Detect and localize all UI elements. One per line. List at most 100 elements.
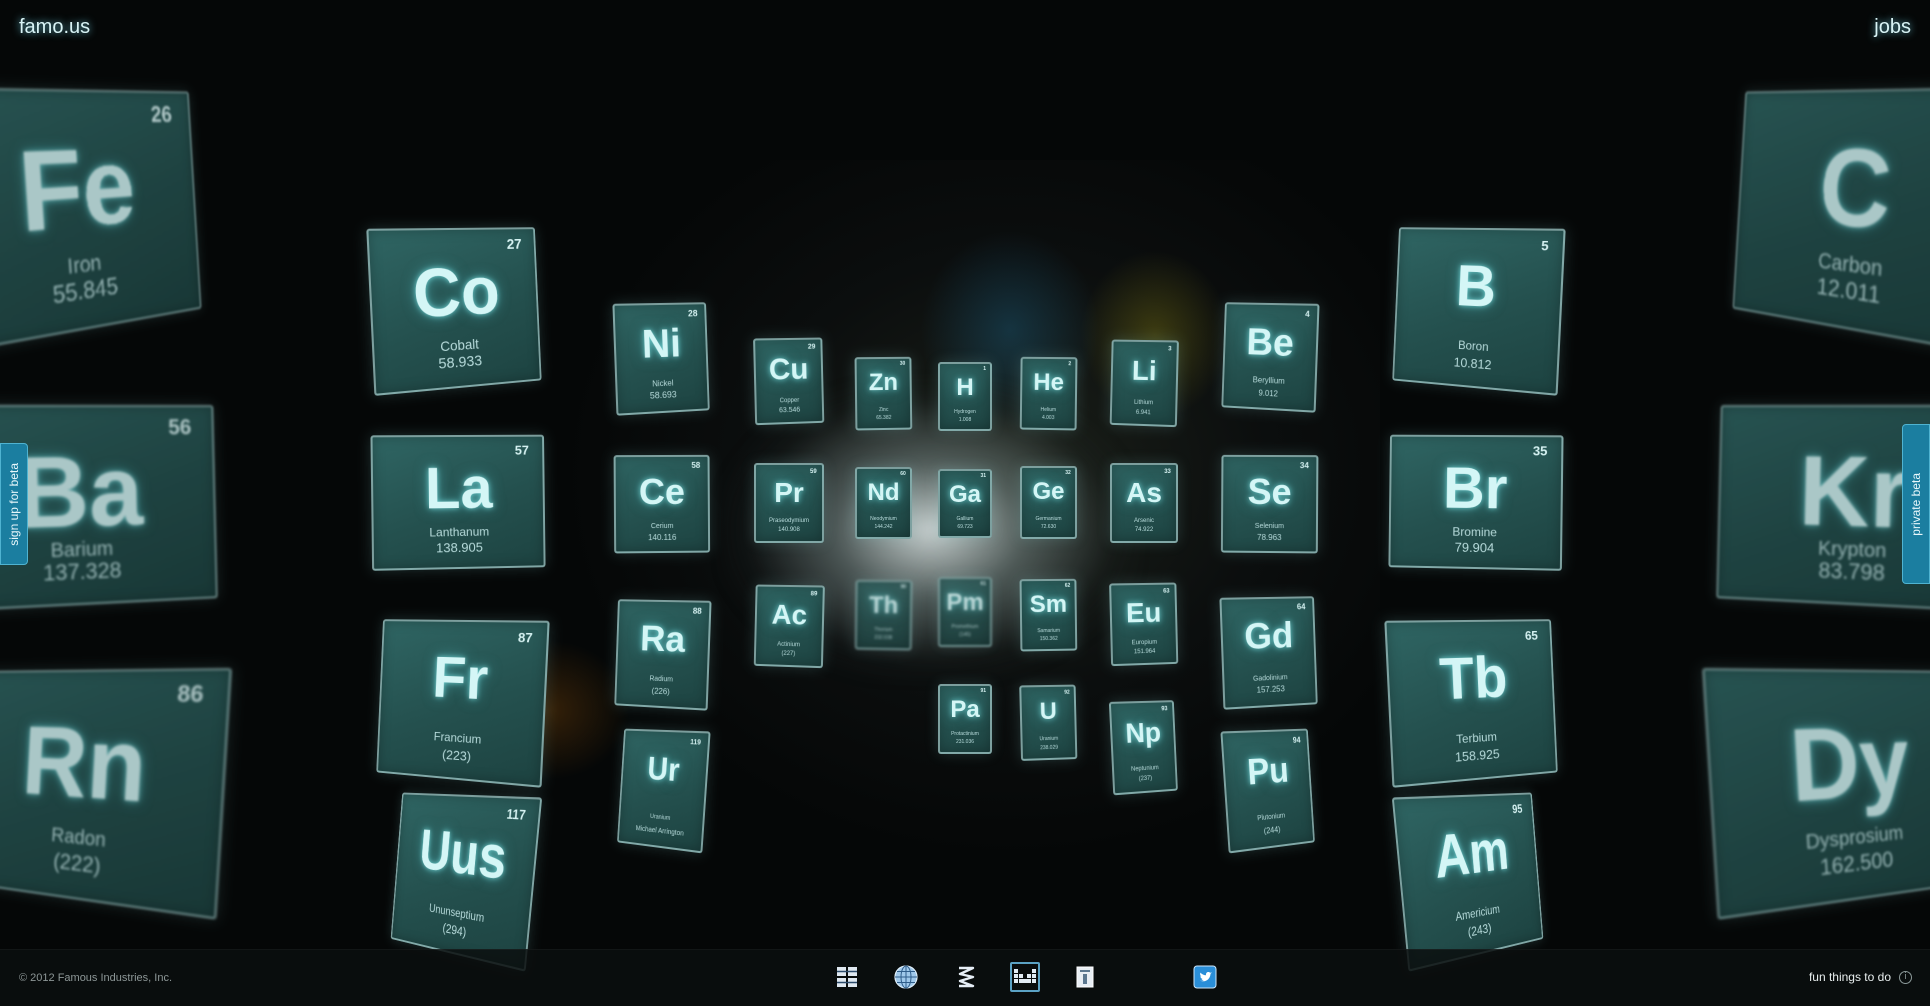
zigzag-icon[interactable] <box>951 962 981 992</box>
element-tile[interactable]: 95 Am Americium (243) <box>1391 792 1544 972</box>
element-atomic-number: 91 <box>980 688 986 695</box>
element-symbol: Pr <box>774 476 804 508</box>
info-icon[interactable]: i <box>1899 970 1912 984</box>
element-tile[interactable]: 93 Np Neptunium (237) <box>1108 700 1178 796</box>
element-tile[interactable]: Kr Krypton 83.798 <box>1716 404 1930 613</box>
famous-logo-link[interactable]: famo.us <box>19 16 90 39</box>
element-tile[interactable]: 92 U Uranium 238.029 <box>1019 684 1078 761</box>
element-name: Copper <box>779 397 800 405</box>
element-tile[interactable]: 57 La Lanthanum 138.905 <box>370 434 546 571</box>
private-beta-tab[interactable]: private beta <box>1902 424 1930 584</box>
globe-icon[interactable] <box>891 962 921 992</box>
element-tile[interactable]: 26 Fe Iron 55.845 <box>0 87 202 355</box>
element-symbol: Dy <box>1786 705 1912 825</box>
element-tile[interactable]: 35 Br Bromine 79.904 <box>1388 434 1564 571</box>
fun-things-to-do-link[interactable]: fun things to do i <box>1809 970 1912 984</box>
element-symbol: Fr <box>431 645 490 713</box>
element-tile[interactable]: 94 Pu Plutonium (244) <box>1220 728 1315 854</box>
element-tile[interactable]: 89 Ac Actinium (227) <box>753 584 825 669</box>
element-tile[interactable]: 33 As Arsenic 74.922 <box>1110 463 1178 543</box>
sign-up-for-beta-label: sign up for beta <box>7 462 21 546</box>
element-weight: 157.253 <box>1256 684 1285 696</box>
element-tile[interactable]: 59 Pr Praseodymium 140.908 <box>754 463 824 543</box>
footer-bar: © 2012 Famous Industries, Inc. fun thing… <box>0 949 1930 1006</box>
element-tile[interactable]: 64 Gd Gadolinium 157.253 <box>1219 596 1318 710</box>
element-symbol: U <box>1039 697 1058 725</box>
document-icon[interactable] <box>1070 962 1100 992</box>
element-tile[interactable]: 62 Sm Samarium 150.362 <box>1019 578 1078 652</box>
element-atomic-number: 2 <box>1068 361 1072 368</box>
element-tile[interactable]: 29 Cu Copper 63.546 <box>753 337 825 426</box>
element-tile[interactable]: 60 Nd Neodymium 144.242 <box>855 467 912 539</box>
element-weight: 6.941 <box>1135 409 1151 417</box>
element-atomic-number: 90 <box>900 584 907 591</box>
element-symbol: Br <box>1442 456 1508 522</box>
element-tile[interactable]: 63 Eu Europium 151.964 <box>1109 582 1179 667</box>
element-tile[interactable]: 56 Ba Barium 137.328 <box>0 404 218 613</box>
element-name: Lithium <box>1133 399 1154 407</box>
element-weight: 79.904 <box>1454 539 1495 556</box>
element-tile[interactable]: 34 Se Selenium 78.963 <box>1220 454 1319 554</box>
element-tile[interactable]: 119 Ur Uranium Michael Arrington <box>616 728 711 854</box>
element-tile[interactable]: 2 He Helium 4.003 <box>1019 356 1078 431</box>
element-tile[interactable]: 30 Zn Zinc 65.382 <box>854 356 913 431</box>
element-atomic-number: 95 <box>1511 801 1523 816</box>
element-tile[interactable]: 61 Pm Promethium (145) <box>938 577 992 647</box>
element-atomic-number: 29 <box>807 343 816 351</box>
element-symbol: Ce <box>638 470 686 513</box>
element-tile[interactable]: 58 Ce Cerium 140.116 <box>613 454 711 554</box>
element-symbol: Ni <box>641 321 682 367</box>
element-tile[interactable]: 91 Pa Protactinium 231.036 <box>938 684 992 754</box>
element-tile[interactable]: 31 Ga Gallium 69.723 <box>938 469 992 538</box>
element-weight: 74.922 <box>1134 527 1154 534</box>
element-name: Germanium <box>1035 515 1062 522</box>
element-weight: (226) <box>651 686 670 697</box>
element-name: Samarium <box>1037 627 1061 635</box>
element-atomic-number: 63 <box>1163 588 1170 595</box>
periodic-table-icon[interactable] <box>1010 962 1040 992</box>
twitter-icon[interactable] <box>1190 962 1220 992</box>
element-tile[interactable]: 87 Fr Francium (223) <box>376 619 550 788</box>
element-atomic-number: 94 <box>1292 735 1301 745</box>
element-tile[interactable]: 86 Rn Radon (222) <box>0 668 232 920</box>
element-symbol: Ur <box>646 749 681 788</box>
element-symbol: Fe <box>14 126 139 258</box>
element-weight: (227) <box>781 650 796 658</box>
element-symbol: Gd <box>1243 614 1294 658</box>
element-tile[interactable]: 27 Co Cobalt 58.933 <box>366 227 542 396</box>
element-tile[interactable]: 1 H Hydrogen 1.008 <box>938 362 992 431</box>
element-tile[interactable]: 117 Uus Ununseptium (294) <box>390 792 543 972</box>
element-weight: 1.008 <box>958 416 972 423</box>
element-tile[interactable]: C Carbon 12.011 <box>1732 87 1930 355</box>
element-atomic-number: 3 <box>1168 346 1172 353</box>
element-weight: (244) <box>1263 824 1281 836</box>
element-symbol: Li <box>1131 354 1158 387</box>
element-weight: 140.908 <box>778 527 800 534</box>
element-tile[interactable]: 4 Be Beryllium 9.012 <box>1221 302 1320 413</box>
element-tile[interactable]: 32 Ge Germanium 72.630 <box>1020 466 1077 539</box>
element-tile[interactable]: 65 Tb Terbium 158.925 <box>1384 619 1558 788</box>
grid-icon[interactable] <box>832 962 862 992</box>
element-symbol: Ge <box>1032 478 1065 506</box>
element-atomic-number: 28 <box>687 308 698 319</box>
copyright-text: © 2012 Famous Industries, Inc. <box>19 972 173 984</box>
jobs-link[interactable]: jobs <box>1874 16 1911 39</box>
element-weight: 151.964 <box>1133 648 1156 656</box>
element-weight: 150.362 <box>1039 636 1058 643</box>
element-tile[interactable]: 28 Ni Nickel 58.693 <box>612 302 710 416</box>
element-tile[interactable]: 3 Li Lithium 6.941 <box>1109 339 1179 428</box>
element-atomic-number: 92 <box>1064 689 1070 696</box>
element-symbol: Tb <box>1438 645 1509 714</box>
element-symbol: Ga <box>948 480 981 508</box>
element-atomic-number: 64 <box>1296 602 1306 612</box>
element-tile[interactable]: 88 Ra Radium (226) <box>614 599 712 711</box>
element-symbol: B <box>1454 253 1498 321</box>
sign-up-for-beta-tab[interactable]: sign up for beta <box>0 443 28 565</box>
element-atomic-number: 57 <box>514 442 530 458</box>
element-tile[interactable]: 5 B Boron 10.812 <box>1392 227 1566 396</box>
element-tile[interactable]: Dy Dysprosium 162.500 <box>1702 668 1930 920</box>
element-atomic-number: 35 <box>1532 442 1548 458</box>
element-weight: 232.038 <box>874 635 893 642</box>
element-tile[interactable]: 90 Th Thorium 232.038 <box>854 579 913 651</box>
element-symbol: Pa <box>950 695 980 723</box>
